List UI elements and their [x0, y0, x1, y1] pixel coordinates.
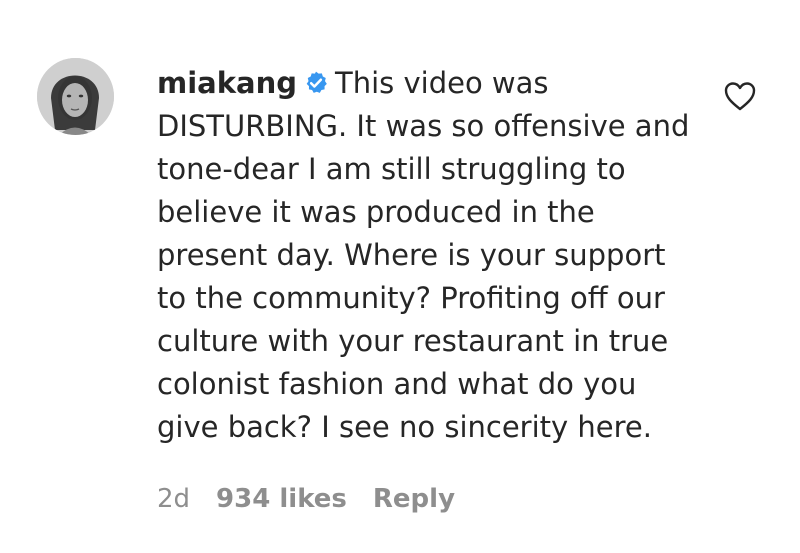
- heart-outline-icon: [724, 82, 756, 111]
- comment-timestamp[interactable]: 2d: [157, 484, 190, 514]
- comment-body: miakang This video was DISTURBING. It was…: [157, 62, 697, 449]
- like-button[interactable]: [723, 80, 757, 112]
- avatar[interactable]: [37, 58, 114, 135]
- comment-text: This video was DISTURBING. It was so off…: [157, 66, 690, 444]
- username-link[interactable]: miakang: [157, 66, 297, 100]
- comment-meta: 2d 934 likes Reply: [157, 480, 481, 518]
- likes-count[interactable]: 934 likes: [216, 484, 347, 514]
- comment: miakang This video was DISTURBING. It was…: [0, 0, 800, 553]
- verified-badge-icon: [303, 70, 329, 96]
- avatar-image: [37, 58, 114, 135]
- reply-button[interactable]: Reply: [373, 484, 455, 514]
